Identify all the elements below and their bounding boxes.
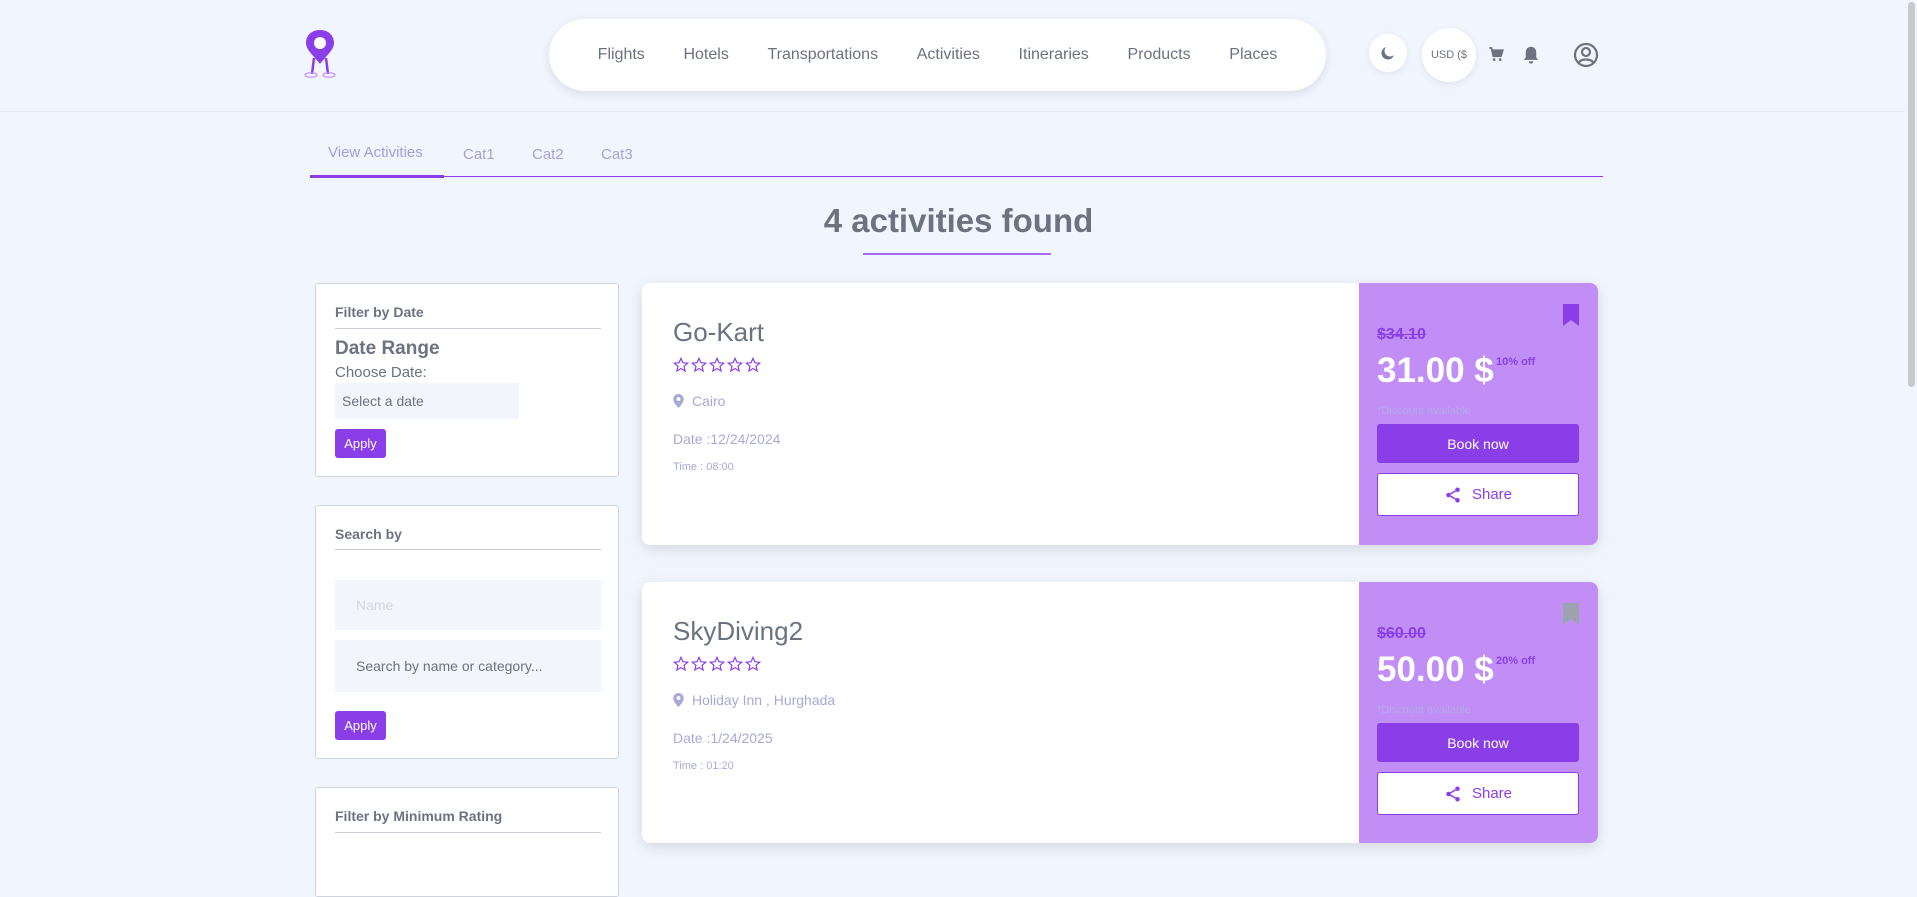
original-price: $34.10 [1377, 326, 1426, 343]
tab-cat3[interactable]: Cat3 [601, 146, 633, 163]
discount-note: *Discount available [1377, 704, 1471, 716]
activity-location: Holiday Inn , Hurghada [673, 692, 835, 708]
cart-icon[interactable] [1487, 45, 1505, 68]
discounted-price: 31.00 $ [1377, 351, 1494, 390]
heading-underline [863, 253, 1051, 255]
panel-title: Filter by Date [335, 304, 424, 320]
activity-location: Cairo [673, 393, 725, 409]
tab-cat2[interactable]: Cat2 [532, 146, 564, 163]
star-icon[interactable] [691, 656, 707, 672]
scrollbar-thumb[interactable] [1908, 2, 1915, 387]
nav-places[interactable]: Places [1229, 46, 1277, 64]
star-icon[interactable] [709, 357, 725, 373]
date-input[interactable]: Select a date [335, 383, 519, 419]
share-icon [1446, 786, 1460, 801]
date-range-heading: Date Range [335, 338, 440, 359]
activity-date: Date :1/24/2025 [673, 730, 773, 746]
rating-stars [673, 656, 761, 672]
apply-date-button[interactable]: Apply [335, 429, 386, 458]
filter-date-panel: Filter by Date Date Range Choose Date: S… [315, 283, 619, 477]
location-pin-icon [673, 394, 684, 408]
star-icon[interactable] [745, 656, 761, 672]
bookmark-icon[interactable] [1562, 602, 1580, 631]
share-label: Share [1471, 785, 1513, 802]
map-pin-logo[interactable] [300, 28, 340, 78]
search-panel: Search by Name Search by name or categor… [315, 505, 619, 759]
currency-selector[interactable]: USD ($ [1422, 28, 1476, 82]
book-now-button[interactable]: Book now [1377, 424, 1579, 463]
price-panel: $34.10 31.00 $ 10% off *Discount availab… [1359, 283, 1598, 545]
user-circle-icon[interactable] [1573, 42, 1599, 73]
bookmark-icon[interactable] [1562, 303, 1580, 332]
activity-card: Go-Kart Cairo Date :12/24/2024 Time : 08… [642, 283, 1598, 545]
activity-time: Time : 08:00 [673, 461, 734, 473]
nav-itineraries[interactable]: Itineraries [1019, 46, 1089, 64]
currency-label: USD ($ [1430, 49, 1468, 61]
share-button[interactable]: Share [1377, 772, 1579, 815]
tab-view-activities[interactable]: View Activities [328, 144, 423, 161]
panel-title: Filter by Minimum Rating [335, 808, 503, 824]
share-label: Share [1471, 486, 1513, 503]
discount-badge: 20% off [1496, 655, 1536, 667]
page-scrollbar[interactable] [1905, 0, 1917, 864]
tab-cat1[interactable]: Cat1 [463, 146, 495, 163]
nav-hotels[interactable]: Hotels [683, 46, 728, 64]
choose-date-label: Choose Date: [335, 364, 427, 381]
price-panel: $60.00 50.00 $ 20% off *Discount availab… [1359, 582, 1598, 843]
rating-filter-panel: Filter by Minimum Rating [315, 787, 619, 897]
star-icon[interactable] [691, 357, 707, 373]
discount-badge: 10% off [1496, 356, 1536, 368]
results-heading: 4 activities found [823, 202, 1094, 239]
discount-note: *Discount available [1377, 405, 1471, 417]
divider [335, 549, 601, 550]
star-icon[interactable] [727, 656, 743, 672]
star-icon[interactable] [745, 357, 761, 373]
activity-name: SkyDiving2 [673, 616, 804, 646]
original-price: $60.00 [1377, 625, 1426, 642]
moon-icon [1381, 47, 1394, 60]
nav-transportations[interactable]: Transportations [768, 46, 879, 64]
nav-activities[interactable]: Activities [917, 46, 980, 64]
category-tabs: View Activities Cat1 Cat2 Cat3 [310, 134, 1603, 178]
keyword-search-input[interactable]: Search by name or category... [335, 640, 601, 692]
star-icon[interactable] [673, 656, 689, 672]
divider [335, 328, 601, 329]
location-text: Holiday Inn , Hurghada [692, 692, 836, 708]
active-tab-indicator [310, 175, 444, 178]
activity-card: SkyDiving2 Holiday Inn , Hurghada Date :… [642, 582, 1598, 843]
name-search-input[interactable]: Name [335, 580, 601, 630]
activity-name: Go-Kart [673, 317, 765, 347]
activity-date: Date :12/24/2024 [673, 431, 781, 447]
location-pin-icon [673, 693, 684, 707]
share-icon [1446, 487, 1460, 502]
bell-icon[interactable] [1522, 45, 1540, 70]
star-icon[interactable] [709, 656, 725, 672]
share-button[interactable]: Share [1377, 473, 1579, 516]
main-nav: Flights Hotels Transportations Activitie… [549, 19, 1326, 91]
star-icon[interactable] [727, 357, 743, 373]
discounted-price: 50.00 $ [1377, 650, 1494, 689]
divider [335, 832, 601, 833]
nav-flights[interactable]: Flights [598, 46, 645, 64]
panel-title: Search by [335, 526, 402, 542]
apply-search-button[interactable]: Apply [335, 711, 386, 740]
activity-time: Time : 01:20 [673, 760, 734, 772]
theme-toggle-button[interactable] [1369, 34, 1407, 72]
nav-products[interactable]: Products [1127, 46, 1190, 64]
star-icon[interactable] [673, 357, 689, 373]
location-text: Cairo [692, 393, 726, 409]
top-header: Flights Hotels Transportations Activitie… [0, 0, 1917, 112]
book-now-button[interactable]: Book now [1377, 723, 1579, 762]
rating-stars [673, 357, 761, 373]
